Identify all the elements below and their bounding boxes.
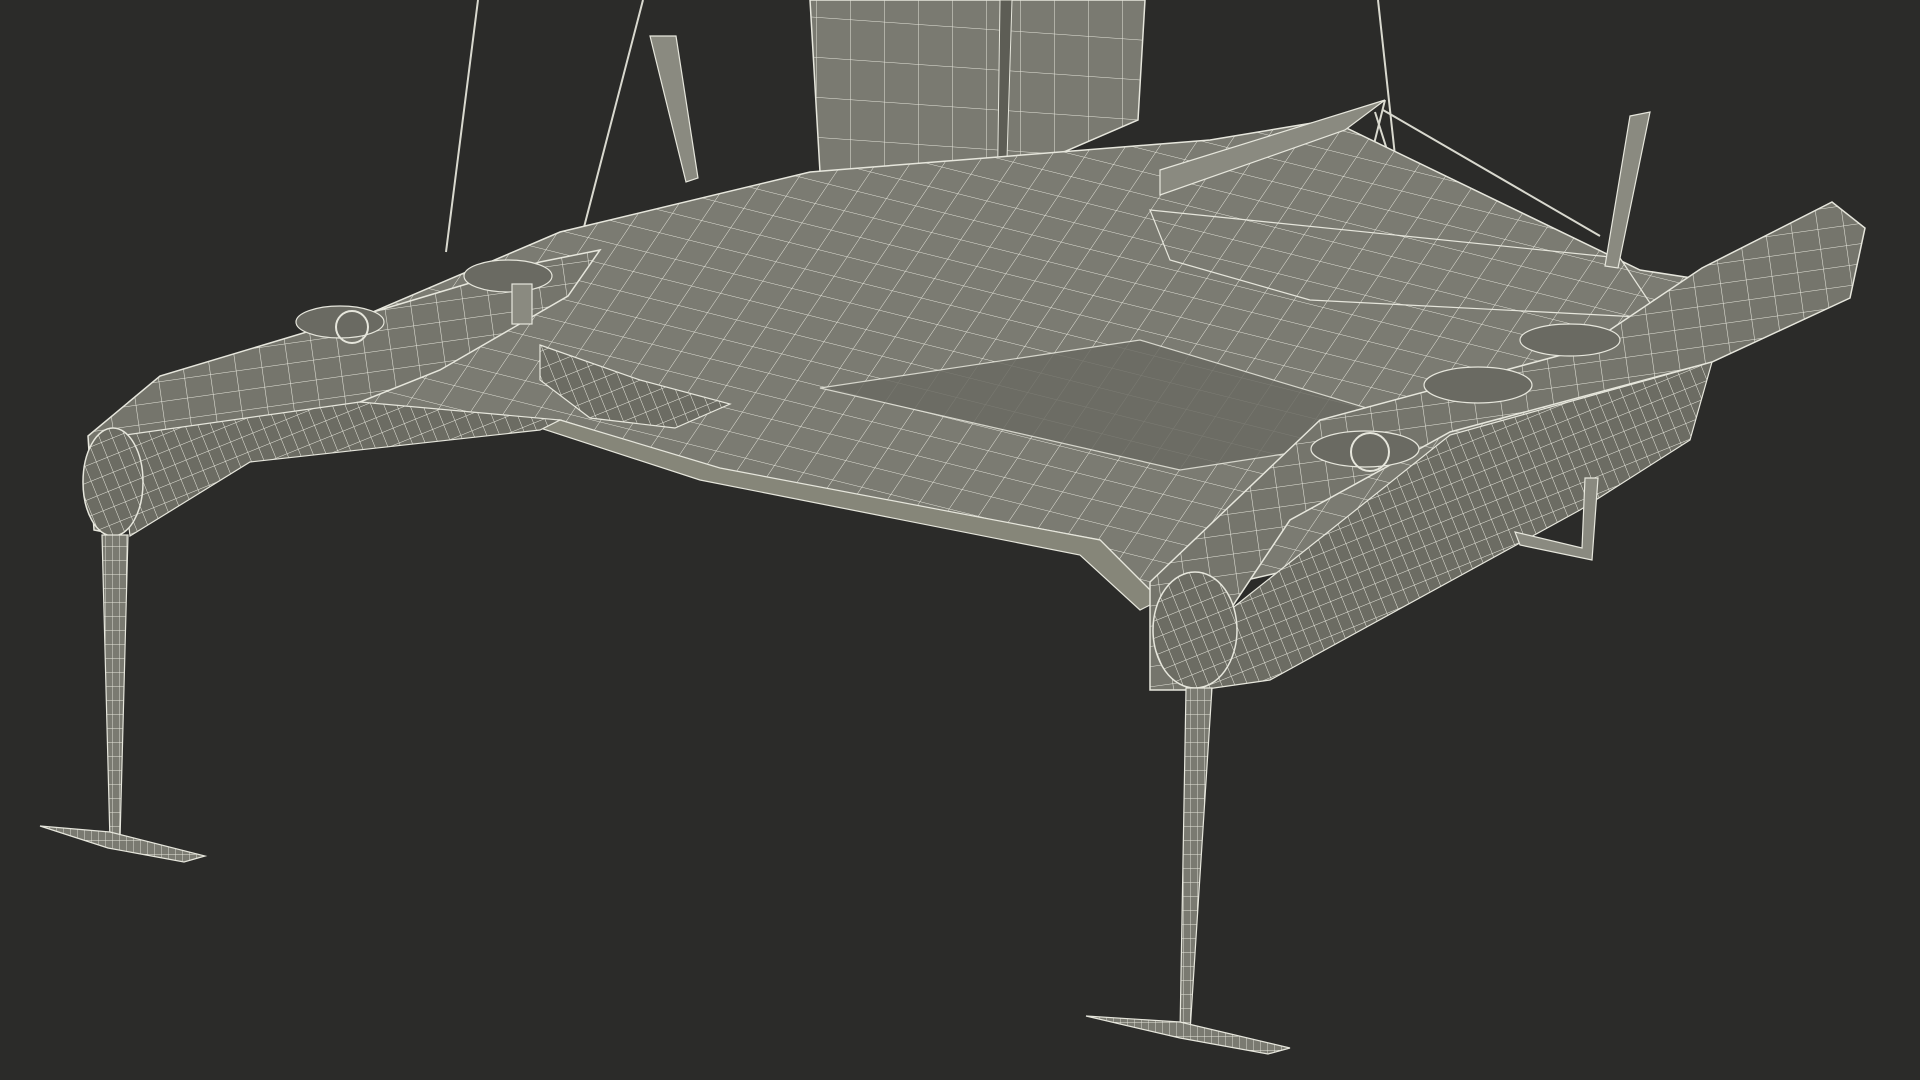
port-cockpit-1	[295, 305, 385, 339]
hydrofoils	[39, 534, 1291, 1055]
catamaran-wireframe-render	[39, 0, 1866, 1055]
starboard-foil-strut	[1179, 687, 1213, 1033]
port-rudder-post	[649, 35, 699, 183]
port-foil-wing	[39, 825, 208, 863]
starboard-cockpit-2	[1423, 366, 1533, 404]
starboard-rudder-post	[1604, 111, 1651, 269]
port-foil-strut	[101, 534, 129, 843]
starboard-cockpit-3	[1519, 323, 1621, 357]
port-cockpit-2	[463, 259, 553, 293]
port-winch	[511, 283, 533, 325]
starboard-cockpit-1	[1310, 430, 1420, 468]
render-viewport	[0, 0, 1920, 1080]
port-hull-bow-cap	[82, 427, 144, 537]
starboard-hull-bow-cap	[1152, 571, 1238, 689]
